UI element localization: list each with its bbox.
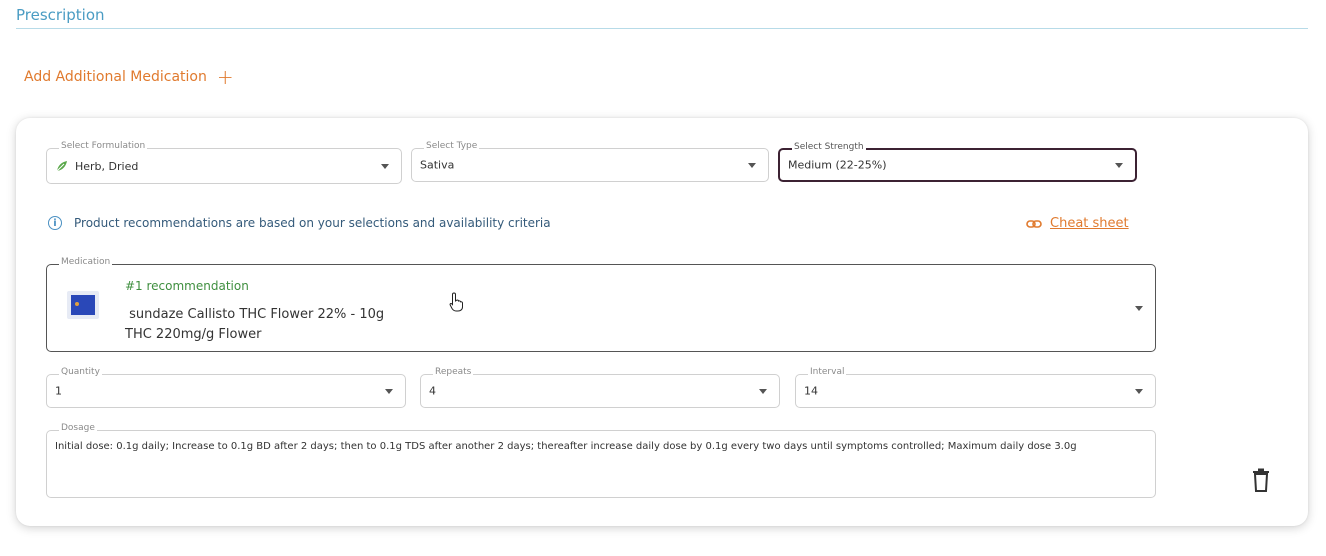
section-divider xyxy=(16,28,1308,29)
info-icon: i xyxy=(48,216,62,230)
chevron-down-icon xyxy=(1115,163,1123,168)
repeats-select[interactable]: Repeats 4 xyxy=(420,367,780,408)
formulation-label: Select Formulation xyxy=(59,141,148,151)
type-value: Sativa xyxy=(420,158,455,172)
info-text: Product recommendations are based on you… xyxy=(74,216,551,230)
type-label: Select Type xyxy=(424,141,480,151)
dosage-value: Initial dose: 0.1g daily; Increase to 0.… xyxy=(55,441,1077,452)
cheat-sheet-link[interactable]: Cheat sheet xyxy=(1026,216,1129,231)
quantity-value: 1 xyxy=(55,384,62,398)
dosage-label: Dosage xyxy=(59,423,97,433)
cheat-sheet-label: Cheat sheet xyxy=(1050,216,1129,231)
medication-select[interactable]: Medication #1 recommendation sundaze Cal… xyxy=(46,257,1156,352)
section-title: Prescription xyxy=(16,6,105,24)
medication-label: Medication xyxy=(59,257,113,267)
repeats-value: 4 xyxy=(429,384,436,398)
interval-label: Interval xyxy=(808,367,847,377)
type-select[interactable]: Select Type Sativa xyxy=(411,141,769,182)
interval-value: 14 xyxy=(804,384,818,398)
add-medication-label: Add Additional Medication xyxy=(24,69,207,85)
recommendation-info: i Product recommendations are based on y… xyxy=(48,216,551,230)
chevron-down-icon xyxy=(385,389,393,394)
link-icon xyxy=(1026,219,1042,228)
strength-label: Select Strength xyxy=(792,142,866,152)
chevron-down-icon xyxy=(748,163,756,168)
formulation-value: Herb, Dried xyxy=(75,159,139,173)
interval-select[interactable]: Interval 14 xyxy=(795,367,1156,408)
chevron-down-icon xyxy=(381,164,389,169)
repeats-label: Repeats xyxy=(433,367,474,377)
chevron-down-icon xyxy=(1135,306,1143,311)
leaf-icon xyxy=(56,161,67,172)
chevron-down-icon xyxy=(1135,389,1143,394)
add-medication-button[interactable]: Add Additional Medication + xyxy=(24,65,234,89)
formulation-select[interactable]: Select Formulation Herb, Dried xyxy=(46,141,402,184)
plus-icon: + xyxy=(216,65,234,89)
recommendation-rank: #1 recommendation xyxy=(125,279,249,293)
strength-value: Medium (22-25%) xyxy=(788,158,887,172)
quantity-select[interactable]: Quantity 1 xyxy=(46,367,406,408)
trash-icon[interactable] xyxy=(1252,468,1270,492)
medication-name: sundaze Callisto THC Flower 22% - 10g TH… xyxy=(125,307,385,342)
strength-select[interactable]: Select Strength Medium (22-25%) xyxy=(778,142,1137,182)
chevron-down-icon xyxy=(759,389,767,394)
quantity-label: Quantity xyxy=(59,367,102,377)
dosage-field[interactable]: Dosage Initial dose: 0.1g daily; Increas… xyxy=(46,423,1156,498)
hand-cursor-icon xyxy=(449,292,463,312)
product-thumbnail xyxy=(67,291,99,319)
